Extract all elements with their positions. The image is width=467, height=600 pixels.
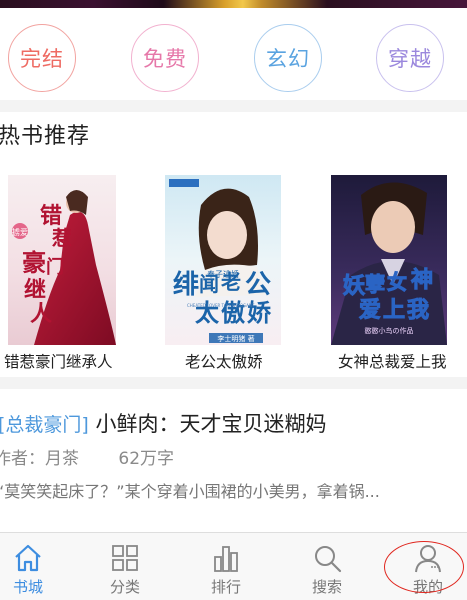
book-cover-3[interactable]: 妖 孽 女 神 爱 上 我 憨憨小鸟の作品 [331,175,447,345]
featured-title-row: [总裁豪门] 小鲜肉：天才宝贝迷糊妈 [0,408,327,438]
book-title-1[interactable]: 错惹豪门继承人 [4,350,113,372]
tab-search[interactable]: 搜索 [287,533,367,600]
svg-text:我: 我 [407,297,429,323]
svg-text:孽: 孽 [365,272,385,296]
svg-text:上: 上 [383,297,405,323]
book-cover-1[interactable]: 掳爱 错 惹 豪 门 继 人 [0,175,116,345]
tab-label: 排行 [210,578,241,596]
featured-book-title[interactable]: 小鲜肉：天才宝贝迷糊妈 [96,412,327,436]
tab-label: 书城 [12,578,43,596]
tab-label: 搜索 [311,578,342,596]
category-xuanhuan-button[interactable]: 玄幻 [254,24,322,92]
featured-excerpt: “莫笑笑起床了？”某个穿着小围裙的小美男，拿着锅... [0,482,380,501]
hot-books-title: 热书推荐 [0,124,91,149]
svg-text:继: 继 [24,277,46,303]
genre-tag[interactable]: [总裁豪门] [0,414,89,436]
search-icon [315,546,342,573]
tab-ranking[interactable]: 排行 [186,533,266,600]
book-title-2[interactable]: 老公太傲娇 [185,350,263,372]
cover-author-text: 李士明猪 著 [217,334,254,343]
annotation-circle [384,541,464,593]
category-chuanyue-button[interactable]: 穿越 [376,24,444,92]
svg-text:神: 神 [411,267,433,293]
grid-icon [112,545,138,571]
svg-text:绯: 绯 [173,270,199,300]
svg-text:爱: 爱 [359,297,381,323]
svg-text:公: 公 [245,270,271,300]
book-cover-2[interactable]: 绯 闻 老 公 太 傲 娇 奉子逃婚 CHEATED LOVER TOO ARR… [165,175,281,345]
tab-bookstore[interactable]: 书城 [0,533,68,600]
svg-text:人: 人 [30,301,52,327]
author-label: 作者：月茶 [0,449,79,469]
bar-chart-icon [214,546,238,572]
cover-badge-text: 掳爱 [12,227,28,237]
svg-text:豪: 豪 [22,248,46,277]
svg-text:惹: 惹 [52,226,72,250]
cover-author-text: 憨憨小鸟の作品 [365,326,414,335]
tab-label: 分类 [109,578,140,596]
svg-text:女: 女 [387,270,407,294]
featured-meta: 作者：月茶 62万字 [0,444,174,469]
word-count: 62万字 [118,449,175,469]
svg-text:妖: 妖 [343,273,365,299]
tab-category[interactable]: 分类 [85,533,165,600]
bookstore-page: 完结 免费 玄幻 穿越 热书推荐 掳爱 错 惹 豪 门 继 人 错惹豪门继承人 … [0,0,467,600]
category-wanjie-button[interactable]: 完结 [8,24,76,92]
category-mianfei-button[interactable]: 免费 [131,24,199,92]
category-row: 完结 免费 玄幻 穿越 [0,8,467,100]
banner-image[interactable] [0,0,467,8]
home-icon [15,544,41,572]
svg-text:门: 门 [46,256,64,278]
book-title-3[interactable]: 女神总裁爱上我 [338,350,447,372]
cover-subtitle-text: CHEATED LOVER TOO ARROGANT [187,303,255,308]
cover-badge-text: 奉子逃婚 [207,269,239,279]
featured-book-item[interactable]: [总裁豪门] 小鲜肉：天才宝贝迷糊妈 作者：月茶 62万字 “莫笑笑起床了？”某… [0,388,467,518]
section-divider [0,100,467,112]
